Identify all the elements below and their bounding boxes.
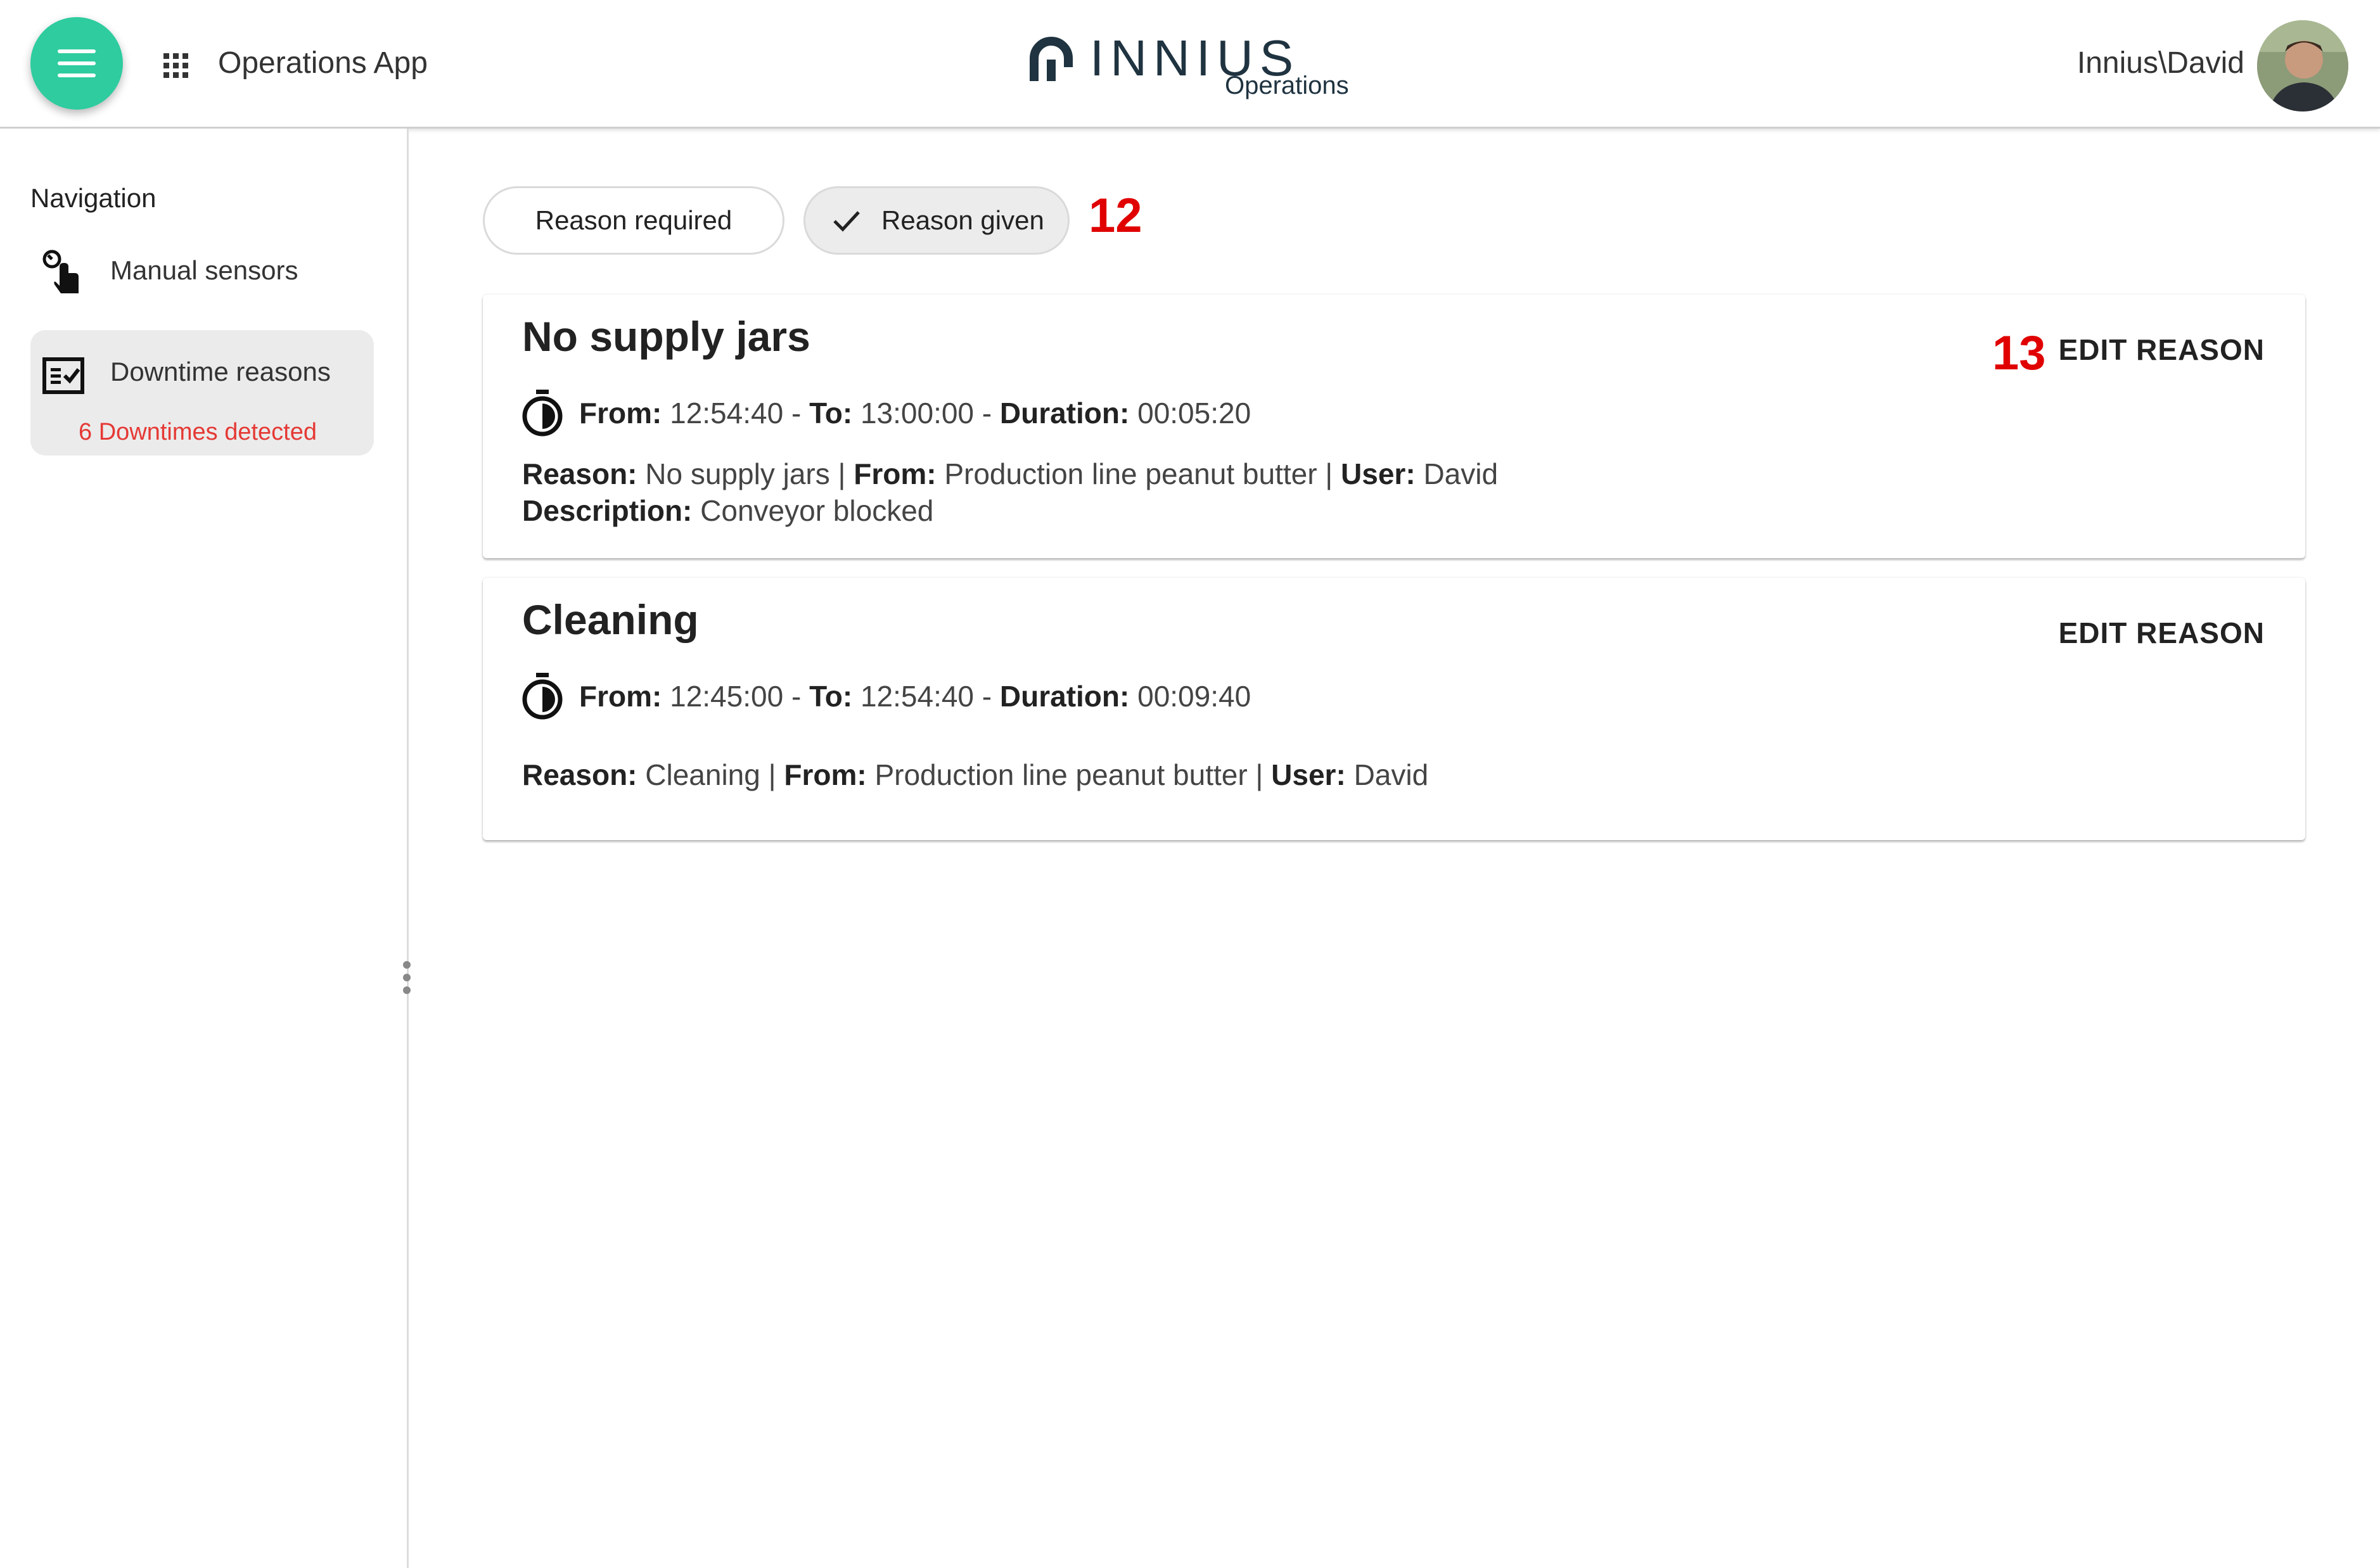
downtime-card: Cleaning EDIT REASON From: 12:45:00 - To… <box>483 578 2305 840</box>
logo-subtitle: Operations <box>1225 72 1349 99</box>
downtimes-detected-count: 6 Downtimes detected <box>79 419 317 445</box>
timer-icon <box>522 390 563 437</box>
edit-reason-button[interactable]: EDIT REASON <box>2059 616 2265 650</box>
avatar[interactable] <box>2257 20 2348 112</box>
description-info: Description: Conveyor blocked <box>522 494 934 527</box>
sidebar-item-label: Manual sensors <box>110 255 298 285</box>
reason-given-chip[interactable]: Reason given <box>803 186 1070 255</box>
reason-required-chip[interactable]: Reason required <box>483 186 784 255</box>
timer-icon <box>522 673 563 720</box>
checklist-icon <box>42 357 84 394</box>
sidebar: Navigation Manual sensors Downtime reaso… <box>0 129 411 1568</box>
reason-info: Reason: Cleaning | From: Production line… <box>522 758 1429 791</box>
top-bar: Operations App INNIUS Operations Innius\… <box>0 0 2380 129</box>
resize-handle-icon[interactable] <box>400 959 413 997</box>
card-title: Cleaning <box>522 596 699 643</box>
avatar-photo <box>2257 20 2348 112</box>
check-icon <box>833 211 860 232</box>
touch-sensor-icon <box>42 250 79 293</box>
sidebar-item-label: Downtime reasons <box>110 357 331 386</box>
sidebar-item-manual-sensors[interactable]: Manual sensors <box>30 243 374 319</box>
innius-logo: INNIUS Operations <box>1029 28 1359 104</box>
annotation-13: 13 <box>1992 326 2046 380</box>
menu-icon <box>58 49 96 77</box>
app-title: Operations App <box>218 46 428 80</box>
sidebar-title: Navigation <box>30 183 157 213</box>
reason-info: Reason: No supply jars | From: Productio… <box>522 457 1499 490</box>
time-range: From: 12:45:00 - To: 12:54:40 - Duration… <box>579 680 1251 713</box>
user-name[interactable]: Innius\David <box>2077 44 2244 82</box>
innius-logo-mark <box>1030 37 1073 81</box>
downtime-card: No supply jars 13 EDIT REASON From: 12:5… <box>483 295 2305 558</box>
edit-reason-button[interactable]: EDIT REASON <box>2059 333 2265 367</box>
card-title: No supply jars <box>522 313 810 360</box>
time-range: From: 12:54:40 - To: 13:00:00 - Duration… <box>579 397 1251 430</box>
menu-button[interactable] <box>30 17 123 110</box>
annotation-12: 12 <box>1089 189 1142 243</box>
chip-label: Reason given <box>881 205 1044 235</box>
apps-grid-icon[interactable] <box>162 52 190 80</box>
chip-label: Reason required <box>535 205 733 235</box>
sidebar-item-downtime-reasons[interactable]: Downtime reasons 6 Downtimes detected <box>30 330 374 456</box>
